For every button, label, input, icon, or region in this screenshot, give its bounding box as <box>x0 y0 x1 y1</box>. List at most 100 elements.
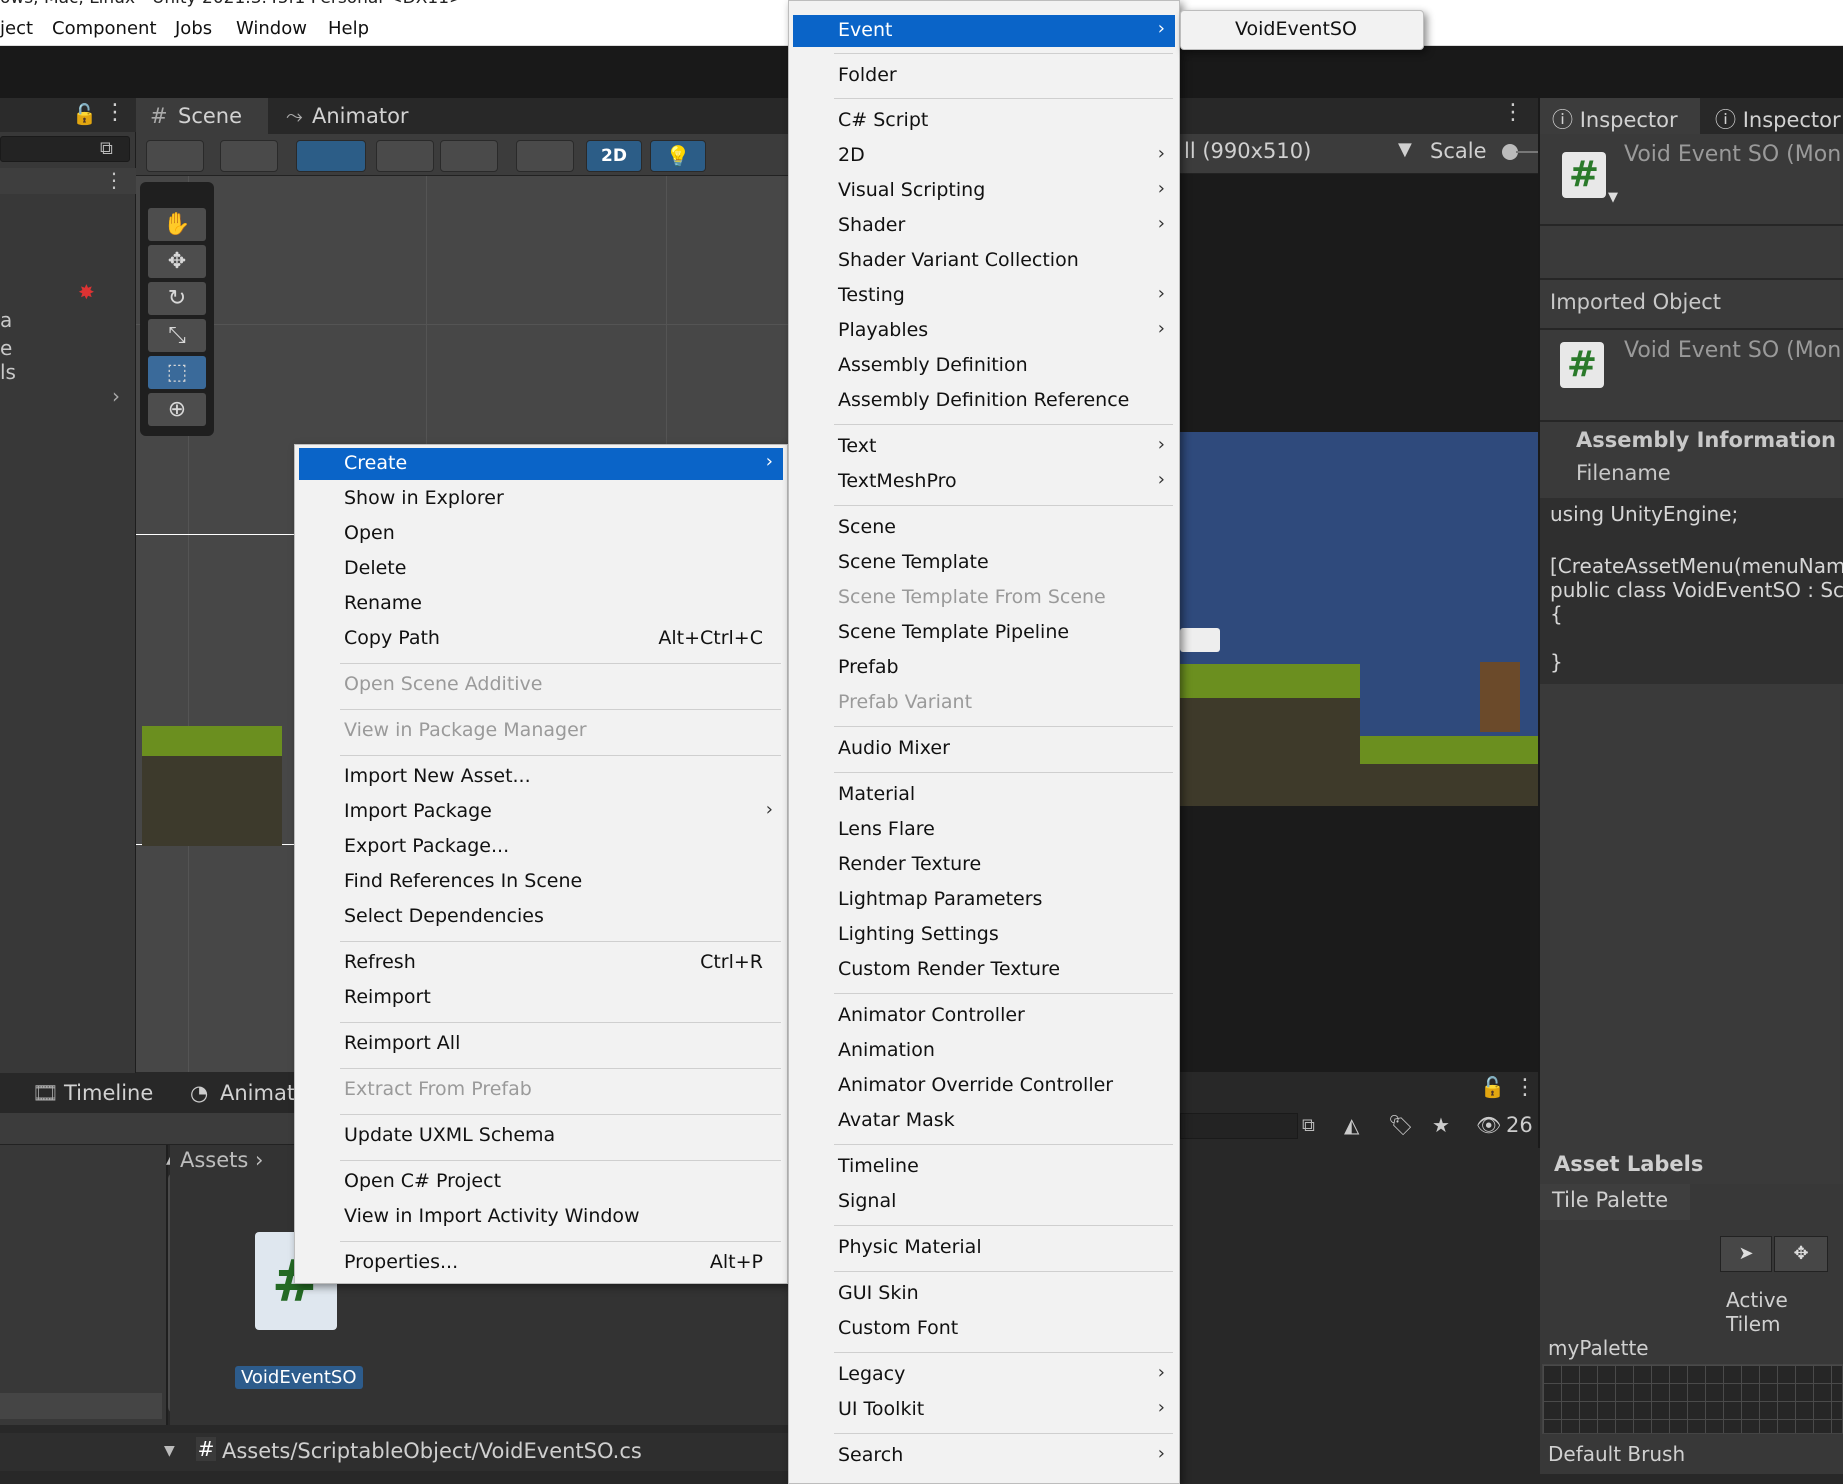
menu-item-update-uxml-schema[interactable]: Update UXML Schema <box>299 1120 783 1152</box>
menu-item-lighting-settings[interactable]: Lighting Settings <box>793 919 1175 951</box>
project-search-input[interactable] <box>1180 1113 1298 1139</box>
menu-item-view-in-import-activity[interactable]: View in Import Activity Window <box>299 1201 783 1233</box>
more-icon[interactable]: ⋮ <box>1514 1075 1536 1100</box>
move-tool-icon[interactable]: ✥ <box>1774 1236 1828 1272</box>
render-mode-dropdown[interactable] <box>516 140 574 172</box>
label-icon[interactable]: 🏷 <box>1388 1113 1413 1137</box>
menu-item-lightmap-parameters[interactable]: Lightmap Parameters <box>793 884 1175 916</box>
rotate-tool-icon[interactable]: ↻ <box>148 282 206 315</box>
hierarchy-item-a[interactable]: a <box>0 308 12 332</box>
lock-icon[interactable]: 🔓 <box>72 102 97 126</box>
chevron-down-icon[interactable]: ▼ <box>1398 139 1412 160</box>
2d-toggle-button[interactable]: 2D <box>586 140 642 172</box>
menu-item-custom-render-texture[interactable]: Custom Render Texture <box>793 954 1175 986</box>
expand-icon[interactable]: ⧉ <box>1302 1115 1315 1136</box>
menu-item-reimport[interactable]: Reimport <box>299 982 783 1014</box>
tab-timeline[interactable]: Timeline <box>64 1081 153 1105</box>
menu-item-legacy[interactable]: Legacy › <box>793 1359 1175 1391</box>
menu-component[interactable]: Component <box>52 18 157 39</box>
menu-item-rename[interactable]: Rename <box>299 588 783 620</box>
rect-tool-icon[interactable]: ⬚ <box>148 356 206 389</box>
eye-icon[interactable]: 👁 <box>1476 1113 1501 1137</box>
breadcrumb-assets[interactable]: Assets <box>180 1148 248 1172</box>
globe-icon[interactable] <box>220 140 278 172</box>
star-icon[interactable]: ★ <box>1432 1113 1450 1137</box>
menu-project[interactable]: ject <box>0 18 33 39</box>
menu-item-select-dependencies[interactable]: Select Dependencies <box>299 901 783 933</box>
menu-item-visual-scripting[interactable]: Visual Scripting › <box>793 175 1175 207</box>
palette-dropdown[interactable]: myPalette <box>1548 1336 1649 1360</box>
menu-item-animation[interactable]: Animation <box>793 1035 1175 1067</box>
menu-jobs[interactable]: Jobs <box>175 18 212 39</box>
move-tool-icon[interactable]: ✥ <box>148 245 206 278</box>
menu-item-voideventso[interactable]: VoidEventSO <box>1185 14 1419 46</box>
transform-tool-icon[interactable]: ⊕ <box>148 393 206 426</box>
menu-item-ui-toolkit[interactable]: UI Toolkit › <box>793 1394 1175 1426</box>
filter-type-icon[interactable]: ◭ <box>1344 1113 1359 1137</box>
menu-item-shader[interactable]: Shader › <box>793 210 1175 242</box>
menu-item-timeline[interactable]: Timeline <box>793 1151 1175 1183</box>
scale-tool-icon[interactable]: ⤡ <box>148 319 206 352</box>
menu-item-signal[interactable]: Signal <box>793 1186 1175 1218</box>
tab-inspector-2[interactable]: ⓘ Inspector <box>1703 98 1843 134</box>
menu-item-open[interactable]: Open <box>299 518 783 550</box>
menu-item-2d[interactable]: 2D › <box>793 140 1175 172</box>
menu-item-search[interactable]: Search › <box>793 1440 1175 1472</box>
menu-item-textmeshpro[interactable]: TextMeshPro › <box>793 466 1175 498</box>
menu-item-gui-skin[interactable]: GUI Skin <box>793 1278 1175 1310</box>
hierarchy-item-ls[interactable]: ls <box>0 360 16 384</box>
menu-help[interactable]: Help <box>328 18 369 39</box>
ruler-icon[interactable] <box>440 140 498 172</box>
menu-item-assembly-definition-reference[interactable]: Assembly Definition Reference <box>793 385 1175 417</box>
more-icon[interactable]: ⋮ <box>104 100 126 125</box>
project-folder-tree[interactable]: ▲ <box>0 1145 182 1425</box>
menu-item-assembly-definition[interactable]: Assembly Definition <box>793 350 1175 382</box>
menu-item-physic-material[interactable]: Physic Material <box>793 1232 1175 1264</box>
menu-item-find-references[interactable]: Find References In Scene <box>299 866 783 898</box>
menu-item-refresh[interactable]: Refresh Ctrl+R <box>299 947 783 979</box>
hierarchy-item-e[interactable]: e <box>0 336 12 360</box>
snap-increment-button[interactable] <box>376 140 434 172</box>
menu-item-scene-template-pipeline[interactable]: Scene Template Pipeline <box>793 617 1175 649</box>
menu-item-lens-flare[interactable]: Lens Flare <box>793 814 1175 846</box>
select-tool-icon[interactable]: ➤ <box>1720 1236 1772 1272</box>
asset-labels-section[interactable]: Asset Labels <box>1540 1148 1843 1184</box>
tile-palette-grid[interactable] <box>1542 1364 1843 1434</box>
chevron-right-icon[interactable]: › <box>112 384 120 408</box>
menu-item-render-texture[interactable]: Render Texture <box>793 849 1175 881</box>
asset-name-label[interactable]: VoidEventSO <box>235 1366 363 1389</box>
menu-item-scene[interactable]: Scene <box>793 512 1175 544</box>
more-icon[interactable]: ⋮ <box>1502 100 1524 125</box>
menu-item-animator-override-controller[interactable]: Animator Override Controller <box>793 1070 1175 1102</box>
brush-dropdown[interactable]: Default Brush <box>1548 1442 1685 1466</box>
grid-snap-button[interactable] <box>296 140 366 172</box>
menu-item-delete[interactable]: Delete <box>299 553 783 585</box>
tab-animator[interactable]: ⤳ Animator <box>276 98 426 134</box>
folder-row[interactable] <box>0 1393 162 1419</box>
draw-mode-dropdown[interactable] <box>146 140 204 172</box>
menu-item-show-in-explorer[interactable]: Show in Explorer <box>299 483 783 515</box>
menu-item-reimport-all[interactable]: Reimport All <box>299 1028 783 1060</box>
lighting-toggle-icon[interactable]: 💡 <box>650 140 706 172</box>
menu-item-scene-template[interactable]: Scene Template <box>793 547 1175 579</box>
menu-item-import-new-asset[interactable]: Import New Asset... <box>299 761 783 793</box>
tab-inspector-1[interactable]: ⓘ Inspector <box>1540 98 1700 134</box>
menu-item-open-csharp-project[interactable]: Open C# Project <box>299 1166 783 1198</box>
hierarchy-tab[interactable]: 🔓 ⋮ <box>0 98 136 132</box>
hand-tool-icon[interactable]: ✋ <box>148 208 206 241</box>
tab-scene[interactable]: # Scene <box>136 98 268 134</box>
breadcrumb[interactable]: Assets › <box>180 1148 263 1172</box>
menu-item-create[interactable]: Create › <box>299 448 783 480</box>
menu-item-export-package[interactable]: Export Package... <box>299 831 783 863</box>
menu-item-text[interactable]: Text › <box>793 431 1175 463</box>
menu-item-prefab[interactable]: Prefab <box>793 652 1175 684</box>
menu-item-import-package[interactable]: Import Package › <box>299 796 783 828</box>
menu-item-audio-mixer[interactable]: Audio Mixer <box>793 733 1175 765</box>
menu-item-copy-path[interactable]: Copy Path Alt+Ctrl+C <box>299 623 783 655</box>
lock-icon[interactable]: 🔓 <box>1480 1075 1505 1099</box>
resolution-dropdown[interactable]: ll (990x510) <box>1184 139 1311 163</box>
menu-item-material[interactable]: Material <box>793 779 1175 811</box>
hierarchy-row[interactable]: ⋮ <box>0 168 136 194</box>
menu-item-custom-font[interactable]: Custom Font <box>793 1313 1175 1345</box>
menu-item-properties[interactable]: Properties... Alt+P <box>299 1247 783 1279</box>
